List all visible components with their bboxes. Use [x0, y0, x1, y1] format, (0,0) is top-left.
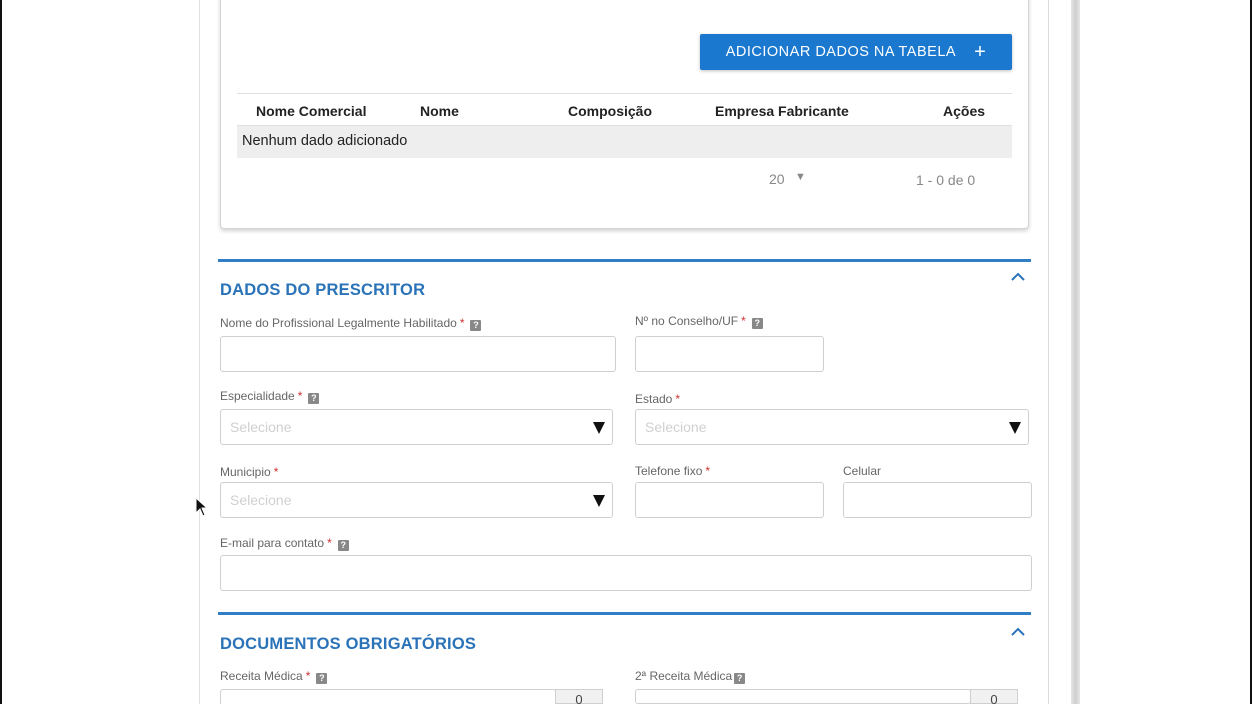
required-mark: *: [273, 465, 279, 479]
mouse-cursor-icon: [195, 497, 209, 517]
conselho-input[interactable]: [635, 336, 824, 372]
conselho-label: Nº no Conselho/UF *?: [635, 314, 763, 329]
chevron-up-icon[interactable]: [1011, 627, 1025, 636]
dropdown-caret-icon: [593, 422, 605, 434]
table-header: Nome Comercial Nome Composição Empresa F…: [237, 93, 1012, 126]
add-to-table-button[interactable]: ADICIONAR DADOS NA TABELA +: [700, 34, 1012, 70]
add-to-table-label: ADICIONAR DADOS NA TABELA: [725, 44, 957, 60]
help-icon[interactable]: ?: [337, 540, 349, 551]
nome-profissional-label: Nome do Profissional Legalmente Habilita…: [220, 316, 482, 331]
help-icon[interactable]: ?: [734, 673, 746, 684]
page-size-caret-icon[interactable]: ▼: [795, 171, 806, 183]
column-composicao[interactable]: Composição: [568, 103, 652, 119]
estado-label: Estado *: [635, 392, 681, 406]
required-mark: *: [459, 316, 465, 330]
help-icon[interactable]: ?: [316, 673, 328, 684]
required-mark: *: [305, 669, 311, 683]
section-title-prescritor: DADOS DO PRESCRITOR: [220, 281, 426, 299]
required-mark: *: [705, 464, 711, 478]
table-empty-row: Nenhum dado adicionado: [237, 126, 1012, 158]
column-nome-comercial[interactable]: Nome Comercial: [256, 103, 366, 119]
pagination-range: 1 - 0 de 0: [916, 172, 976, 188]
column-acoes: Ações: [943, 103, 986, 119]
plus-icon: +: [974, 41, 987, 63]
required-mark: *: [741, 314, 746, 328]
help-icon[interactable]: ?: [751, 318, 763, 329]
required-mark: *: [327, 536, 332, 550]
receita2-file-input[interactable]: [635, 689, 971, 704]
celular-label: Celular: [843, 464, 882, 478]
email-input[interactable]: [220, 555, 1032, 591]
telefone-label: Telefone fixo *: [635, 464, 711, 478]
section-divider-documentos: [218, 612, 1031, 615]
required-mark: *: [297, 389, 303, 403]
receita-file-button[interactable]: 0: [555, 689, 603, 704]
celular-input[interactable]: [843, 482, 1032, 518]
telefone-input[interactable]: [635, 482, 824, 518]
email-label: E-mail para contato *?: [220, 536, 349, 551]
chevron-up-icon[interactable]: [1011, 272, 1025, 281]
products-table: Nome Comercial Nome Composição Empresa F…: [237, 93, 1012, 158]
column-empresa-fabricante[interactable]: Empresa Fabricante: [715, 103, 849, 119]
receita-label: Receita Médica *?: [220, 669, 328, 684]
dropdown-caret-icon: [1009, 422, 1021, 434]
receita2-label: 2ª Receita Médica?: [635, 669, 746, 684]
required-mark: *: [675, 392, 681, 406]
especialidade-placeholder: Selecione: [230, 419, 292, 435]
estado-placeholder: Selecione: [645, 419, 707, 435]
dropdown-caret-icon: [593, 495, 605, 507]
scrollbar-track[interactable]: [1071, 0, 1080, 704]
municipio-placeholder: Selecione: [230, 492, 292, 508]
especialidade-select[interactable]: Selecione: [220, 409, 613, 445]
help-icon[interactable]: ?: [470, 320, 482, 331]
receita-file-input[interactable]: [220, 689, 556, 704]
especialidade-label: Especialidade *?: [220, 389, 320, 404]
receita2-file-button[interactable]: 0: [970, 689, 1018, 704]
municipio-label: Municipio *: [220, 465, 279, 479]
municipio-select[interactable]: Selecione: [220, 482, 613, 518]
section-divider-prescritor: [218, 259, 1031, 262]
nome-profissional-input[interactable]: [220, 336, 616, 372]
section-title-documentos: DOCUMENTOS OBRIGATÓRIOS: [220, 635, 477, 653]
column-nome[interactable]: Nome: [420, 103, 459, 119]
page-size-select[interactable]: 20: [769, 171, 785, 187]
help-icon[interactable]: ?: [308, 393, 320, 404]
estado-select[interactable]: Selecione: [635, 409, 1029, 445]
